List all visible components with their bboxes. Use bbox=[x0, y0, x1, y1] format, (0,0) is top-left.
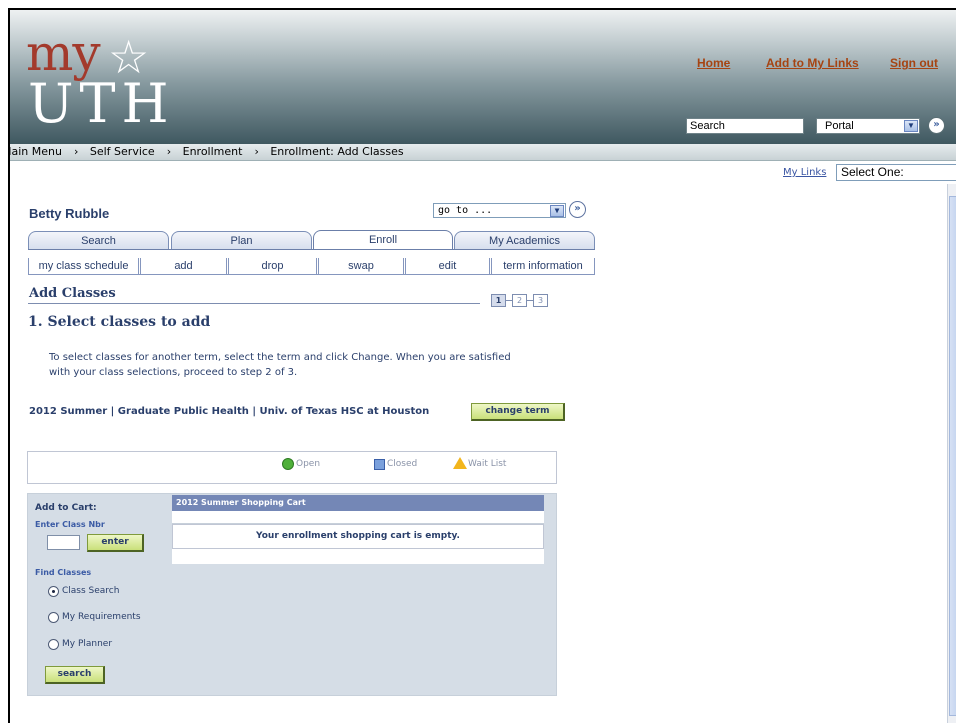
header-banner: my ☆ UTH Home Add to My Links Sign out S… bbox=[10, 10, 956, 144]
logo-uth: UTH bbox=[28, 72, 175, 135]
my-links-select[interactable]: Select One: bbox=[836, 164, 956, 181]
header-search-go-icon[interactable]: » bbox=[928, 117, 945, 134]
subtab-add[interactable]: add bbox=[141, 258, 229, 274]
breadcrumb-separator: › bbox=[254, 145, 259, 158]
step-3-indicator: 3 bbox=[533, 294, 548, 307]
portal-select[interactable]: Portal ▼ bbox=[816, 118, 920, 134]
change-term-button[interactable]: change term bbox=[471, 403, 565, 421]
scrollbar-thumb[interactable] bbox=[949, 196, 956, 716]
tab-enroll[interactable]: Enroll bbox=[313, 230, 453, 250]
subtab-divider bbox=[28, 274, 595, 275]
class-search-label: Class Search bbox=[62, 586, 120, 596]
legend-wait-list-label: Wait List bbox=[468, 459, 507, 469]
step-1-indicator: 1 bbox=[491, 294, 506, 307]
home-link[interactable]: Home bbox=[697, 56, 730, 70]
menu-bar: Main Menu › Self Service › Enrollment › Enr… bbox=[10, 144, 956, 161]
class-nbr-input[interactable] bbox=[47, 535, 80, 550]
shopping-cart-footer bbox=[172, 549, 544, 564]
student-name: Betty Rubble bbox=[29, 206, 110, 221]
title-underline bbox=[28, 303, 480, 304]
section-title: 1. Select classes to add bbox=[28, 314, 211, 330]
subtab-my-class-schedule[interactable]: my class schedule bbox=[28, 258, 141, 274]
subtab-swap[interactable]: swap bbox=[319, 258, 406, 274]
breadcrumb-main-menu[interactable]: Main Menu bbox=[10, 145, 62, 158]
tab-plan[interactable]: Plan bbox=[171, 231, 312, 249]
my-planner-label: My Planner bbox=[62, 639, 113, 649]
shopping-cart-empty-message: Your enrollment shopping cart is empty. bbox=[172, 524, 544, 549]
my-requirements-radio[interactable] bbox=[48, 612, 59, 623]
enter-button[interactable]: enter bbox=[87, 534, 144, 552]
add-to-cart-title: Add to Cart: bbox=[35, 503, 97, 513]
my-planner-radio[interactable] bbox=[48, 639, 59, 650]
wait-list-status-icon bbox=[453, 457, 467, 469]
breadcrumb-add-classes: Enrollment: Add Classes bbox=[270, 145, 404, 158]
browser-frame: my ☆ UTH Home Add to My Links Sign out S… bbox=[8, 8, 956, 723]
subtab-term-information[interactable]: term information bbox=[492, 258, 595, 274]
breadcrumb: Main Menu › Self Service › Enrollment › Enr… bbox=[10, 145, 408, 158]
sign-out-link[interactable]: Sign out bbox=[890, 56, 938, 70]
class-search-radio[interactable] bbox=[48, 586, 59, 597]
term-label: 2012 Summer | Graduate Public Health | U… bbox=[29, 406, 430, 417]
shopping-cart-header: 2012 Summer Shopping Cart bbox=[172, 495, 544, 511]
tab-search[interactable]: Search bbox=[28, 231, 169, 249]
my-links-link[interactable]: My Links bbox=[783, 167, 826, 178]
header-search-input[interactable]: Search bbox=[686, 118, 804, 134]
goto-select[interactable]: go to ... ▼ bbox=[433, 203, 566, 218]
closed-status-icon bbox=[374, 459, 385, 470]
instructions-text: To select classes for another term, sele… bbox=[49, 352, 511, 378]
find-classes-label: Find Classes bbox=[35, 568, 92, 577]
legend-open-label: Open bbox=[296, 459, 321, 469]
add-to-my-links-link[interactable]: Add to My Links bbox=[766, 56, 859, 70]
vertical-scrollbar[interactable] bbox=[947, 184, 956, 723]
chevron-down-icon: ▼ bbox=[904, 120, 918, 132]
step-2-indicator: 2 bbox=[512, 294, 527, 307]
shopping-cart-subheader bbox=[172, 511, 544, 524]
legend-closed-label: Closed bbox=[387, 459, 418, 469]
breadcrumb-self-service[interactable]: Self Service bbox=[90, 145, 155, 158]
breadcrumb-separator: › bbox=[166, 145, 172, 158]
breadcrumb-enrollment[interactable]: Enrollment bbox=[183, 145, 243, 158]
tab-my-academics[interactable]: My Academics bbox=[454, 231, 595, 249]
enter-class-nbr-label: Enter Class Nbr bbox=[35, 520, 105, 529]
breadcrumb-separator: › bbox=[73, 145, 79, 158]
goto-select-value: go to ... bbox=[438, 205, 493, 216]
subtab-drop[interactable]: drop bbox=[229, 258, 319, 274]
my-requirements-label: My Requirements bbox=[62, 612, 141, 622]
subtab-edit[interactable]: edit bbox=[406, 258, 492, 274]
chevron-down-icon: ▼ bbox=[550, 205, 564, 217]
search-button[interactable]: search bbox=[45, 666, 105, 684]
page-title: Add Classes bbox=[29, 286, 116, 301]
goto-go-icon[interactable]: » bbox=[569, 201, 586, 218]
portal-select-value: Portal bbox=[825, 120, 854, 132]
open-status-icon bbox=[282, 458, 294, 470]
tab-divider bbox=[28, 249, 595, 250]
